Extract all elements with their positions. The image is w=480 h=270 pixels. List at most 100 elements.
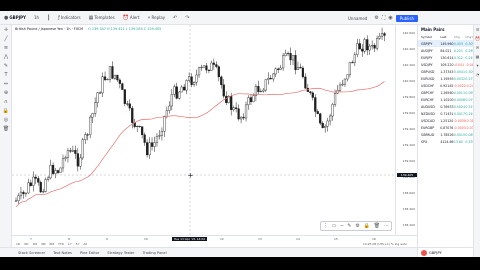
fib-icon[interactable]: ≡ <box>0 43 12 52</box>
bottom-panel-tabs: Stock Screener Text Notes Pine Editor Strat… <box>0 247 417 257</box>
candle-body <box>284 53 287 57</box>
row-chg: 0.221 <box>453 48 463 53</box>
bottom-tab[interactable]: Stock Screener <box>18 251 45 255</box>
bell-icon[interactable]: ◔ <box>474 70 480 79</box>
range-button[interactable]: 5Y <box>76 242 80 246</box>
price-chart[interactable]: + British Pound / Japanese Yen · 1h · FX… <box>12 25 395 235</box>
lock-icon[interactable]: 🔒 <box>364 223 370 229</box>
interval-button[interactable]: 1h <box>30 11 43 25</box>
bulb-icon[interactable]: ✦ <box>474 61 480 70</box>
watchlist-row[interactable]: EURGBP 0.87076 -0.0003 -0.03% <box>418 124 480 131</box>
price-axis[interactable]: 140.600 140.400 140.200 140.000 139.800 139.6… <box>395 25 417 235</box>
watchlist-row[interactable]: GBPUSD 1.37345 0.0041 0.30% <box>418 68 480 75</box>
color-icon[interactable]: ▭ <box>332 223 337 229</box>
bottom-tab[interactable]: Trading Panel <box>143 251 167 255</box>
chart-options-info[interactable]: 14:25:06 (UTC+1) % log auto <box>363 242 407 246</box>
camera-icon[interactable]: ◉ <box>388 15 392 21</box>
line-style-icon[interactable]: ─ <box>340 223 343 229</box>
watchlist-row[interactable]: USDCAD 1.25120 -0.0039 -0.31% <box>418 117 480 124</box>
row-chg: 0.0041 <box>453 69 465 74</box>
watchlist-row[interactable]: EURCHF 1.10200 0.0008 0.07% <box>418 96 480 103</box>
col-last[interactable]: Last <box>440 35 454 39</box>
chart-type-button[interactable]: ┃ <box>43 11 54 25</box>
pattern-icon[interactable]: ⋀ <box>0 52 12 61</box>
bottom-tab[interactable]: Pine Editor <box>80 251 99 255</box>
bottom-tab[interactable]: Strategy Tester <box>107 251 134 255</box>
calendar-icon[interactable]: ▦ <box>474 52 480 61</box>
watchlist-row[interactable]: NZDUSD 0.71451 0.0017 0.24% <box>418 110 480 117</box>
crosshair-icon[interactable]: ✛ <box>0 25 12 34</box>
alert-button[interactable]: ⏰ Alert <box>119 11 144 25</box>
col-symbol[interactable]: Symbol <box>421 35 440 39</box>
candle-body <box>363 39 366 52</box>
watchlist-details[interactable]: GBPJPY <box>418 247 474 257</box>
settings-icon[interactable]: ⚙ <box>355 223 359 229</box>
magnet-icon[interactable]: ∩ <box>0 97 12 106</box>
watchlist-icon[interactable]: ☰ <box>474 25 480 34</box>
trash-icon[interactable]: 🗑 <box>0 124 12 133</box>
watchlist-row[interactable]: AUDJPY 84.021 0.221 0.26% <box>418 47 480 54</box>
watchlist-row[interactable]: USDJPY 109.220 -0.041 -0.04% <box>418 61 480 68</box>
fullscreen-icon[interactable]: ⛶ <box>382 15 386 21</box>
symbol-search[interactable]: ● GBPJPY <box>0 11 30 25</box>
row-symbol: GBPCHF <box>421 90 435 95</box>
range-button[interactable]: 6M <box>49 242 54 246</box>
candle-body <box>202 65 206 68</box>
undo-button[interactable]: ↶ <box>169 11 181 25</box>
candle-body <box>338 84 342 91</box>
redo-button[interactable]: ↷ <box>181 11 193 25</box>
candle-body <box>160 130 164 136</box>
candlestick-chart[interactable]: + <box>12 25 395 235</box>
row-symbol: EURJPY <box>421 55 433 60</box>
trash-icon[interactable]: 🗑 <box>374 223 380 229</box>
indicators-icon: ƒ <box>58 14 60 21</box>
price-tick-label: 138.400 <box>402 207 415 211</box>
moving-average-line <box>15 81 385 208</box>
settings-icon[interactable]: ⚙ <box>374 15 378 21</box>
brush-icon[interactable]: ✎ <box>347 223 351 229</box>
more-icon[interactable]: ⋯ <box>384 223 389 229</box>
chat-icon[interactable]: ✉ <box>474 43 480 52</box>
replay-button[interactable]: «Replay <box>143 11 169 25</box>
range-button[interactable]: 1D <box>16 242 20 246</box>
layout-name-button[interactable]: Unnamed <box>344 11 371 25</box>
row-last: 0.71451 <box>440 111 454 116</box>
range-button[interactable]: 1Y <box>68 242 72 246</box>
watchlist-rows: GBPJPY 149.960 0.453 0.30% AUDJPY 84.021 0.221… <box>418 40 480 145</box>
indicators-button[interactable]: ƒ Indicators <box>54 11 85 25</box>
bottom-tab[interactable]: Text Notes <box>53 251 72 255</box>
measure-icon[interactable]: ⇔ <box>0 79 12 88</box>
watchlist-row[interactable]: USDCHF 0.92145 -0.0022 -0.24% <box>418 82 480 89</box>
watchlist-row[interactable]: SPX 4124.66 13.60 0.33% <box>418 138 480 145</box>
publish-button[interactable]: Publish <box>395 14 418 22</box>
range-button[interactable]: All <box>83 242 87 246</box>
candle-body <box>27 182 30 194</box>
candle-body <box>294 55 297 71</box>
watchlist-row[interactable]: GBPCHF 1.26560 0.0011 0.09% <box>418 89 480 96</box>
trendline-icon[interactable]: ╱ <box>0 34 12 43</box>
watchlist-row[interactable]: AUDUSD 0.76933 0.0024 0.31% <box>418 103 480 110</box>
range-button[interactable]: 5D <box>24 242 28 246</box>
watchlist-row[interactable]: GBPJPY 149.960 0.453 0.30% <box>418 40 480 47</box>
range-button[interactable]: 1M <box>32 242 37 246</box>
watchlist-title[interactable]: Main Pairs <box>418 25 480 34</box>
zoom-icon[interactable]: ⊕ <box>0 88 12 97</box>
drag-handle-icon[interactable]: ⋮ <box>323 223 328 229</box>
lock-icon[interactable]: 🔒 <box>0 106 12 115</box>
eye-icon[interactable]: ◎ <box>0 115 12 124</box>
brush-icon[interactable]: ✎ <box>0 61 12 70</box>
range-button[interactable]: YTD <box>58 242 64 246</box>
watchlist-row[interactable]: EURUSD 1.19593 0.0032 0.27% <box>418 75 480 82</box>
candle-body <box>163 116 166 132</box>
templates-button[interactable]: ▦ Templates <box>85 11 119 25</box>
watchlist-row[interactable]: EURJPY 130.614 0.312 0.24% <box>418 54 480 61</box>
text-icon[interactable]: T <box>0 70 12 79</box>
candle-body <box>361 48 364 52</box>
range-button[interactable]: 3M <box>41 242 46 246</box>
alarm-icon[interactable]: ⏰ <box>474 34 480 43</box>
watchlist-row[interactable]: GBPAUD 1.78526 0.0015 0.08% <box>418 131 480 138</box>
candle-body <box>197 67 201 76</box>
price-tick-label: 139.800 <box>402 95 415 99</box>
candle-body <box>237 108 240 120</box>
col-chg[interactable]: Chg <box>454 35 466 39</box>
